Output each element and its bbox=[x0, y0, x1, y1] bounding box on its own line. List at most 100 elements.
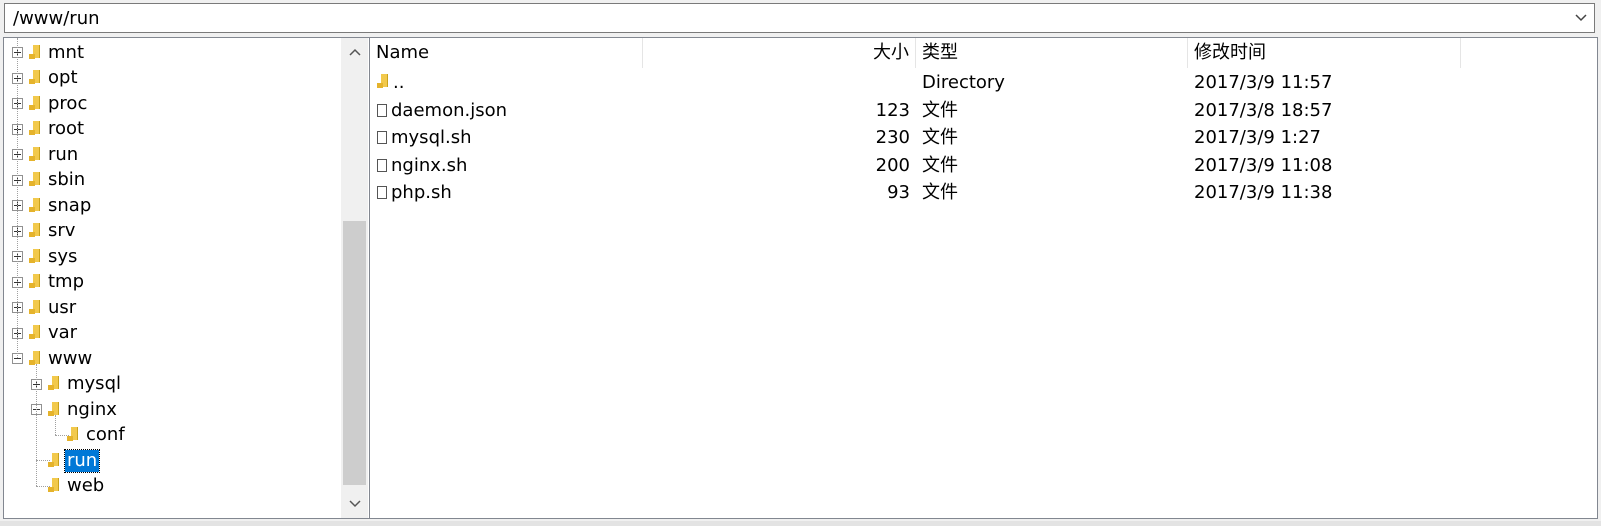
tree-item-label: srv bbox=[48, 220, 76, 241]
tree-item-mnt[interactable]: mnt bbox=[12, 40, 86, 65]
folder-icon bbox=[29, 197, 40, 214]
folder-icon bbox=[29, 248, 40, 265]
chevron-down-icon[interactable] bbox=[1570, 6, 1592, 30]
list-row[interactable]: .. Directory 2017/3/9 11:57 bbox=[370, 69, 1597, 96]
list-row[interactable]: php.sh 93 文件 2017/3/9 11:38 bbox=[370, 179, 1597, 206]
tree-item-snap[interactable]: snap bbox=[12, 193, 93, 218]
tree-item-label: www bbox=[48, 347, 93, 369]
column-header-extra[interactable] bbox=[1461, 38, 1597, 68]
scroll-up-icon[interactable] bbox=[341, 38, 368, 66]
size-cell: 230 bbox=[875, 127, 910, 148]
column-header-size[interactable]: 大小 bbox=[643, 38, 916, 68]
size-cell: 123 bbox=[875, 99, 910, 121]
file-icon bbox=[377, 103, 387, 117]
type-cell: 文件 bbox=[922, 182, 958, 203]
folder-icon bbox=[29, 274, 40, 290]
modified-cell: 2017/3/8 18:57 bbox=[1194, 99, 1333, 121]
column-label: 修改时间 bbox=[1194, 42, 1266, 63]
folder-icon bbox=[29, 95, 40, 112]
folder-icon bbox=[29, 350, 40, 367]
column-header-name[interactable]: Name bbox=[370, 38, 643, 68]
tree-guide-line bbox=[55, 415, 56, 435]
type-cell: Directory bbox=[922, 72, 1005, 93]
tree-item-label: mysql bbox=[67, 373, 121, 394]
tree-item-label: root bbox=[48, 118, 85, 139]
tree-item-label: tmp bbox=[48, 271, 85, 292]
folder-icon bbox=[29, 299, 40, 316]
modified-cell: 2017/3/9 11:08 bbox=[1194, 154, 1333, 176]
list-row[interactable]: mysql.sh 230 文件 2017/3/9 1:27 bbox=[370, 124, 1597, 151]
column-label: 类型 bbox=[922, 42, 958, 63]
folder-icon bbox=[29, 325, 40, 341]
tree-guide-tick bbox=[55, 434, 69, 436]
tree-item-label: mnt bbox=[48, 41, 84, 63]
tree-item-label: snap bbox=[48, 194, 92, 216]
size-cell: 93 bbox=[887, 182, 910, 203]
tree-item-mysql[interactable]: mysql bbox=[31, 372, 123, 397]
tree-item-label: sbin bbox=[48, 169, 86, 190]
file-list[interactable]: Name 大小 类型 修改时间 .. Directory 2017/3/9 11:5… bbox=[369, 37, 1598, 519]
scrollbar-thumb[interactable] bbox=[343, 221, 366, 485]
file-name: .. bbox=[393, 72, 405, 93]
column-header-type[interactable]: 类型 bbox=[916, 38, 1188, 68]
tree-item-sbin[interactable]: sbin bbox=[12, 168, 87, 193]
name-cell: mysql.sh bbox=[377, 124, 472, 151]
tree-item-opt[interactable]: opt bbox=[12, 66, 80, 91]
tree-item-tmp[interactable]: tmp bbox=[12, 270, 86, 295]
tree-item-var[interactable]: var bbox=[12, 321, 79, 346]
column-label: Name bbox=[376, 42, 430, 63]
folder-tree[interactable]: mnt opt proc root run sbin snap srv sys tmp usr var… bbox=[3, 37, 373, 519]
tree-item-label: var bbox=[48, 322, 78, 343]
tree-item-www[interactable]: www bbox=[12, 346, 94, 371]
type-cell: 文件 bbox=[922, 154, 958, 176]
name-cell: daemon.json bbox=[377, 97, 507, 124]
column-header-modified[interactable]: 修改时间 bbox=[1188, 38, 1461, 68]
tree-item-label: usr bbox=[48, 296, 77, 318]
tree-item-proc[interactable]: proc bbox=[12, 91, 89, 116]
folder-icon bbox=[29, 121, 40, 137]
tree-item-nginx[interactable]: nginx bbox=[31, 397, 119, 422]
tree-item-label: run bbox=[48, 143, 79, 165]
tree-item-label: conf bbox=[86, 424, 125, 445]
file-name: php.sh bbox=[391, 182, 452, 203]
folder-icon bbox=[48, 401, 59, 418]
type-cell: 文件 bbox=[922, 127, 958, 148]
folder-icon bbox=[29, 223, 40, 239]
name-cell: nginx.sh bbox=[377, 152, 467, 179]
name-cell: php.sh bbox=[377, 179, 452, 206]
tree-item-label: opt bbox=[48, 67, 78, 88]
file-icon bbox=[377, 131, 387, 144]
scroll-down-icon[interactable] bbox=[341, 490, 368, 518]
folder-icon bbox=[377, 74, 388, 90]
tree-guide-tick bbox=[36, 485, 50, 487]
tree-item-root[interactable]: root bbox=[12, 117, 86, 142]
list-row[interactable]: nginx.sh 200 文件 2017/3/9 11:08 bbox=[370, 152, 1597, 179]
modified-cell: 2017/3/9 1:27 bbox=[1194, 127, 1321, 148]
path-input[interactable] bbox=[13, 4, 1553, 32]
tree-item-label: web bbox=[67, 475, 105, 496]
tree-scrollbar[interactable] bbox=[341, 38, 368, 518]
tree-item-label: run bbox=[63, 448, 101, 473]
folder-icon bbox=[29, 44, 40, 61]
tree-item-sys[interactable]: sys bbox=[12, 244, 79, 269]
tree-item-usr[interactable]: usr bbox=[12, 295, 78, 320]
tree-guide-tick bbox=[36, 460, 50, 461]
path-bar[interactable] bbox=[4, 3, 1595, 33]
size-cell bbox=[643, 69, 910, 96]
name-cell: .. bbox=[377, 69, 404, 96]
list-row[interactable]: daemon.json 123 文件 2017/3/8 18:57 bbox=[370, 97, 1597, 124]
folder-icon bbox=[29, 146, 40, 163]
modified-cell: 2017/3/9 11:38 bbox=[1194, 182, 1333, 203]
tree-guide-line bbox=[36, 364, 37, 486]
column-label: 大小 bbox=[873, 42, 909, 63]
file-icon bbox=[377, 158, 387, 172]
tree-item-run[interactable]: run bbox=[12, 142, 80, 167]
folder-icon bbox=[29, 172, 40, 188]
file-name: daemon.json bbox=[391, 99, 508, 121]
size-cell: 200 bbox=[875, 154, 910, 176]
tree-item-label: sys bbox=[48, 245, 78, 267]
tree-item-srv[interactable]: srv bbox=[12, 219, 77, 244]
folder-icon bbox=[48, 376, 59, 392]
type-cell: 文件 bbox=[922, 99, 958, 121]
modified-cell: 2017/3/9 11:57 bbox=[1194, 72, 1333, 93]
